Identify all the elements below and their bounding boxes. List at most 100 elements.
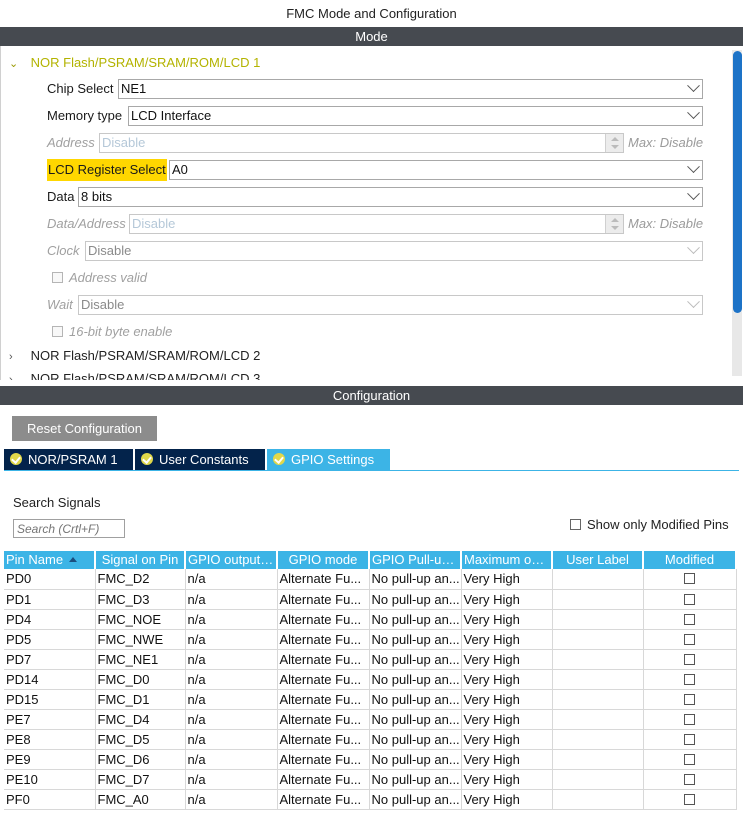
gpio-pull-cell[interactable]: No pull-up an... xyxy=(369,649,462,670)
max-output-cell[interactable]: Very High xyxy=(461,789,553,810)
gpio-pull-cell[interactable]: No pull-up an... xyxy=(369,689,462,710)
pin-name-cell[interactable]: PD14 xyxy=(4,669,96,690)
table-row[interactable]: PD0 FMC_D2 n/a Alternate Fu... No pull-up an… xyxy=(4,569,737,590)
signal-cell[interactable]: FMC_D6 xyxy=(95,749,186,770)
gpio-mode-cell[interactable]: Alternate Fu... xyxy=(277,569,370,590)
modified-checkbox[interactable] xyxy=(684,713,695,725)
max-output-cell[interactable]: Very High xyxy=(461,629,553,650)
user-label-cell[interactable] xyxy=(552,689,644,710)
gpio-pull-cell[interactable]: No pull-up an... xyxy=(369,669,462,690)
column-header-gpio-mode[interactable]: GPIO mode xyxy=(277,551,370,569)
gpio-pull-cell[interactable]: No pull-up an... xyxy=(369,769,462,790)
pin-name-cell[interactable]: PE10 xyxy=(4,769,96,790)
gpio-output-cell[interactable]: n/a xyxy=(185,689,278,710)
data-dropdown[interactable]: 8 bits xyxy=(78,187,703,207)
search-signals-input[interactable] xyxy=(13,519,125,538)
signal-cell[interactable]: FMC_D2 xyxy=(95,569,186,590)
modified-checkbox[interactable] xyxy=(684,753,695,765)
user-label-cell[interactable] xyxy=(552,629,644,650)
spinner-buttons[interactable] xyxy=(605,134,623,152)
show-modified-checkbox[interactable] xyxy=(570,519,581,530)
show-modified-pins-toggle[interactable]: Show only Modified Pins xyxy=(570,517,729,532)
gpio-output-cell[interactable]: n/a xyxy=(185,729,278,750)
modified-checkbox[interactable] xyxy=(684,613,695,625)
signal-cell[interactable]: FMC_D3 xyxy=(95,589,186,610)
gpio-mode-cell[interactable]: Alternate Fu... xyxy=(277,629,370,650)
max-output-cell[interactable]: Very High xyxy=(461,729,553,750)
pin-name-cell[interactable]: PD15 xyxy=(4,689,96,710)
max-output-cell[interactable]: Very High xyxy=(461,569,553,590)
memory-type-dropdown[interactable]: LCD Interface xyxy=(128,106,703,126)
byte-enable-checkbox-row[interactable]: 16-bit byte enable xyxy=(52,323,172,341)
modified-checkbox[interactable] xyxy=(684,673,695,685)
table-row[interactable]: PE8 FMC_D5 n/a Alternate Fu... No pull-up an… xyxy=(4,729,737,750)
gpio-output-cell[interactable]: n/a xyxy=(185,649,278,670)
user-label-cell[interactable] xyxy=(552,569,644,590)
reset-configuration-button[interactable]: Reset Configuration xyxy=(12,416,157,441)
user-label-cell[interactable] xyxy=(552,609,644,630)
modified-checkbox[interactable] xyxy=(684,733,695,745)
column-header-modified[interactable]: Modified xyxy=(643,551,737,569)
pin-name-cell[interactable]: PE9 xyxy=(4,749,96,770)
tab-nor-psram-1[interactable]: NOR/PSRAM 1 xyxy=(4,449,133,470)
max-output-cell[interactable]: Very High xyxy=(461,589,553,610)
chevron-right-icon[interactable]: › xyxy=(9,370,23,380)
pin-name-cell[interactable]: PF0 xyxy=(4,789,96,810)
gpio-mode-cell[interactable]: Alternate Fu... xyxy=(277,609,370,630)
gpio-output-cell[interactable]: n/a xyxy=(185,789,278,810)
mode-scrollbar-thumb[interactable] xyxy=(733,51,742,313)
tree-node-lcd1[interactable]: ⌄ NOR Flash/PSRAM/SRAM/ROM/LCD 1 xyxy=(9,53,260,73)
gpio-mode-cell[interactable]: Alternate Fu... xyxy=(277,649,370,670)
gpio-pull-cell[interactable]: No pull-up an... xyxy=(369,589,462,610)
gpio-mode-cell[interactable]: Alternate Fu... xyxy=(277,709,370,730)
gpio-pull-cell[interactable]: No pull-up an... xyxy=(369,749,462,770)
table-row[interactable]: PD4 FMC_NOE n/a Alternate Fu... No pull-up a… xyxy=(4,609,737,630)
pin-name-cell[interactable]: PD0 xyxy=(4,569,96,590)
gpio-mode-cell[interactable]: Alternate Fu... xyxy=(277,669,370,690)
signal-cell[interactable]: FMC_D4 xyxy=(95,709,186,730)
max-output-cell[interactable]: Very High xyxy=(461,649,553,670)
chip-select-dropdown[interactable]: NE1 xyxy=(118,79,703,99)
tree-node-lcd2[interactable]: › NOR Flash/PSRAM/SRAM/ROM/LCD 2 xyxy=(9,346,260,366)
gpio-pull-cell[interactable]: No pull-up an... xyxy=(369,709,462,730)
clock-dropdown[interactable]: Disable xyxy=(85,241,703,261)
gpio-mode-cell[interactable]: Alternate Fu... xyxy=(277,789,370,810)
user-label-cell[interactable] xyxy=(552,749,644,770)
max-output-cell[interactable]: Very High xyxy=(461,689,553,710)
user-label-cell[interactable] xyxy=(552,589,644,610)
gpio-pull-cell[interactable]: No pull-up an... xyxy=(369,569,462,590)
gpio-output-cell[interactable]: n/a xyxy=(185,589,278,610)
pin-name-cell[interactable]: PE8 xyxy=(4,729,96,750)
table-row[interactable]: PD1 FMC_D3 n/a Alternate Fu... No pull-up an… xyxy=(4,589,737,610)
gpio-output-cell[interactable]: n/a xyxy=(185,569,278,590)
column-header-gpio-pull[interactable]: GPIO Pull-up... xyxy=(369,551,462,569)
gpio-pull-cell[interactable]: No pull-up an... xyxy=(369,609,462,630)
table-row[interactable]: PD7 FMC_NE1 n/a Alternate Fu... No pull-up a… xyxy=(4,649,737,670)
gpio-mode-cell[interactable]: Alternate Fu... xyxy=(277,729,370,750)
signal-cell[interactable]: FMC_D5 xyxy=(95,729,186,750)
pin-name-cell[interactable]: PD4 xyxy=(4,609,96,630)
user-label-cell[interactable] xyxy=(552,669,644,690)
table-row[interactable]: PF0 FMC_A0 n/a Alternate Fu... No pull-up an… xyxy=(4,789,737,810)
modified-checkbox[interactable] xyxy=(684,793,695,805)
address-valid-checkbox[interactable] xyxy=(52,272,63,283)
max-output-cell[interactable]: Very High xyxy=(461,749,553,770)
max-output-cell[interactable]: Very High xyxy=(461,669,553,690)
user-label-cell[interactable] xyxy=(552,729,644,750)
tab-gpio-settings[interactable]: GPIO Settings xyxy=(267,449,390,470)
column-header-signal[interactable]: Signal on Pin xyxy=(95,551,186,569)
modified-checkbox[interactable] xyxy=(684,773,695,785)
spinner-buttons[interactable] xyxy=(605,215,623,233)
table-row[interactable]: PE9 FMC_D6 n/a Alternate Fu... No pull-up an… xyxy=(4,749,737,770)
table-row[interactable]: PD14 FMC_D0 n/a Alternate Fu... No pull-up a… xyxy=(4,669,737,690)
modified-checkbox[interactable] xyxy=(684,653,695,665)
gpio-pull-cell[interactable]: No pull-up an... xyxy=(369,729,462,750)
pin-name-cell[interactable]: PD7 xyxy=(4,649,96,670)
tree-node-lcd3[interactable]: › NOR Flash/PSRAM/SRAM/ROM/LCD 3 xyxy=(9,369,260,380)
gpio-mode-cell[interactable]: Alternate Fu... xyxy=(277,589,370,610)
signal-cell[interactable]: FMC_D0 xyxy=(95,669,186,690)
lcd-register-select-dropdown[interactable]: A0 xyxy=(169,160,703,180)
signal-cell[interactable]: FMC_NOE xyxy=(95,609,186,630)
user-label-cell[interactable] xyxy=(552,769,644,790)
modified-checkbox[interactable] xyxy=(684,693,695,705)
